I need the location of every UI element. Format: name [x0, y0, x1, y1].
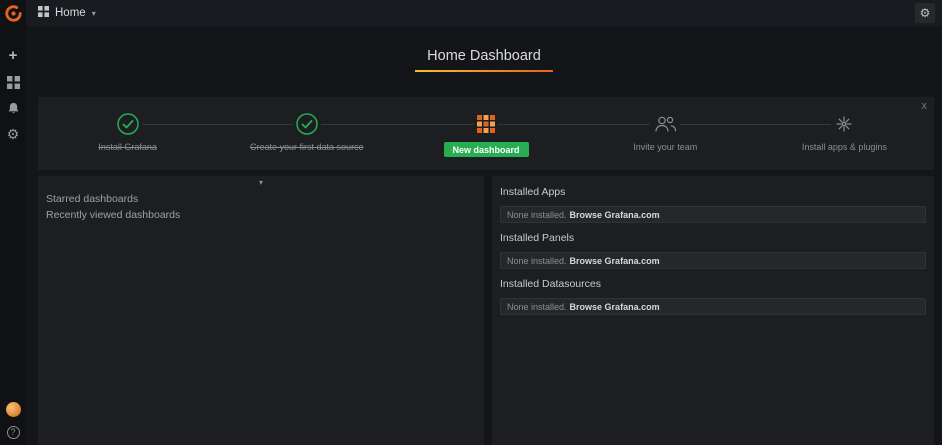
user-avatar[interactable] [6, 402, 21, 417]
new-dashboard-button[interactable]: New dashboard [444, 142, 529, 157]
dashboard-settings-button[interactable]: ⚙ [915, 3, 935, 23]
page-title: Home Dashboard [415, 44, 553, 72]
browse-grafana-link[interactable]: Browse Grafana.com [570, 302, 660, 312]
side-menu-bottom: ? [0, 402, 26, 439]
step-install-plugins[interactable]: Install apps & plugins [755, 97, 934, 170]
users-icon [650, 116, 680, 133]
installed-plugins-panel: Installed Apps None installed. Browse Gr… [492, 176, 934, 445]
getting-started-panel: x Install Grafana Create [38, 97, 934, 170]
step-label: Create your first data source [250, 142, 364, 152]
section-title: Installed Datasources [500, 278, 926, 290]
help-icon[interactable]: ? [7, 426, 20, 439]
plugins-sparkle-icon [831, 114, 857, 134]
step-invite-team[interactable]: Invite your team [576, 97, 755, 170]
step-label: Invite your team [633, 142, 697, 152]
browse-grafana-link[interactable]: Browse Grafana.com [570, 256, 660, 266]
dashboard-links: Starred dashboards Recently viewed dashb… [38, 189, 484, 225]
step-new-dashboard[interactable]: New dashboard [396, 97, 575, 170]
step-label: Install Grafana [98, 142, 157, 152]
section-title: Installed Panels [500, 232, 926, 244]
step-create-data-source[interactable]: Create your first data source [217, 97, 396, 170]
installed-datasources-section: Installed Datasources None installed. Br… [500, 278, 926, 315]
top-navbar: Home ▾ ⚙ [0, 0, 942, 26]
configuration-gear-icon[interactable]: ⚙ [5, 126, 21, 142]
step-label-wrap: Install apps & plugins [755, 142, 934, 152]
dashboard-title-row: Home Dashboard [26, 44, 942, 72]
side-menu-top: + ⚙ [0, 48, 26, 142]
recently-viewed-dashboards-link[interactable]: Recently viewed dashboards [46, 207, 476, 223]
step-label-wrap: Invite your team [576, 142, 755, 152]
chevron-down-icon: ▾ [92, 9, 96, 18]
dashboard-grid-orange-icon [474, 115, 498, 133]
check-circle-icon [114, 113, 142, 135]
alerting-bell-icon[interactable] [5, 100, 21, 116]
breadcrumb-label: Home [55, 7, 86, 19]
check-circle-icon [293, 113, 321, 135]
installed-apps-section: Installed Apps None installed. Browse Gr… [500, 186, 926, 223]
panel-menu-chevron-icon[interactable]: ▾ [38, 176, 484, 189]
empty-text: None installed. [507, 302, 567, 312]
step-install-grafana[interactable]: Install Grafana [38, 97, 217, 170]
empty-text: None installed. [507, 256, 567, 266]
empty-text: None installed. [507, 210, 567, 220]
step-label: Install apps & plugins [802, 142, 887, 152]
dashboards-icon[interactable] [5, 74, 21, 90]
plugins-panel-body: Installed Apps None installed. Browse Gr… [492, 176, 934, 331]
dashboards-list-panel: ▾ Starred dashboards Recently viewed das… [38, 176, 484, 445]
installed-panels-section: Installed Panels None installed. Browse … [500, 232, 926, 269]
grafana-logo[interactable] [0, 0, 26, 26]
grafana-home-page: Home ▾ ⚙ + ⚙ ? [0, 0, 942, 445]
dashboards-grid-icon [38, 4, 49, 22]
step-label-wrap: Create your first data source [217, 142, 396, 152]
step-label-wrap: New dashboard [396, 142, 575, 157]
breadcrumb[interactable]: Home ▾ [38, 0, 96, 26]
create-plus-icon[interactable]: + [5, 48, 21, 64]
list-item[interactable]: None installed. Browse Grafana.com [500, 298, 926, 315]
list-item[interactable]: None installed. Browse Grafana.com [500, 252, 926, 269]
section-title: Installed Apps [500, 186, 926, 198]
side-menu: + ⚙ ? [0, 0, 26, 445]
browse-grafana-link[interactable]: Browse Grafana.com [570, 210, 660, 220]
getting-started-steps: Install Grafana Create your first data s… [38, 97, 934, 170]
starred-dashboards-link[interactable]: Starred dashboards [46, 191, 476, 207]
step-label-wrap: Install Grafana [38, 142, 217, 152]
list-item[interactable]: None installed. Browse Grafana.com [500, 206, 926, 223]
